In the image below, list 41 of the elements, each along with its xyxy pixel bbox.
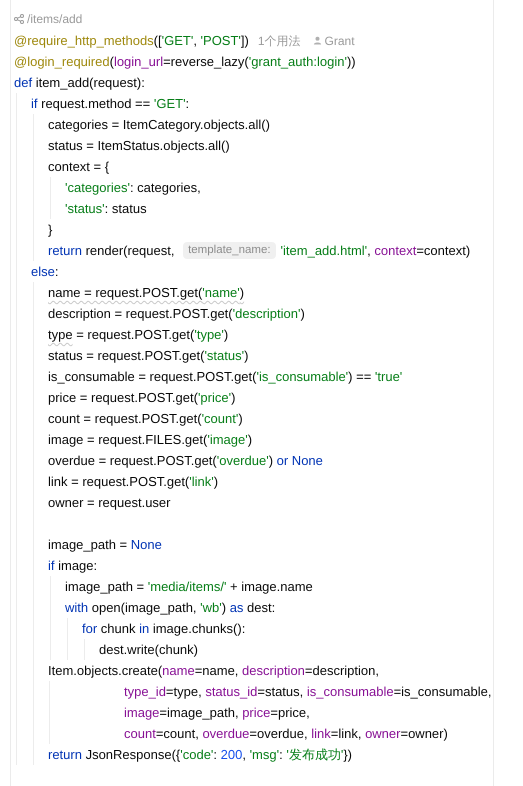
code-text: } (48, 220, 52, 239)
code-text: else: (31, 262, 58, 281)
code-text: type = request.POST.get('type') (48, 326, 228, 344)
code-text: description = request.POST.get('description') (48, 304, 305, 323)
code-text: status = ItemStatus.objects.all() (48, 136, 230, 155)
code-text: is_consumable = request.POST.get('is_consumable') == 'true' (48, 368, 402, 386)
code-text: overdue = request.POST.get('overdue') or None (48, 452, 323, 470)
code-text: image = request.FILES.get('image') (48, 430, 252, 449)
code-text: Item.objects.create(name=name, description=description, (48, 662, 379, 680)
usage-count[interactable]: 1个用法 (258, 32, 301, 50)
code-text: if image: (48, 556, 98, 575)
code-text: count=count, overdue=overdue, link=link, owner=owner) (124, 724, 448, 743)
code-text: name = request.POST.get('name') (48, 284, 244, 302)
code-text: dest.write(chunk) (99, 640, 198, 659)
code-text: with open(image_path, 'wb') as dest: (65, 598, 276, 617)
code-text: @require_http_methods(['GET', 'POST']) (14, 32, 249, 50)
code-text: context = { (48, 158, 110, 176)
code-text: image_path = 'media/items/' + image.name (65, 578, 313, 596)
person-icon (312, 36, 322, 45)
code-text: for chunk in image.chunks(): (82, 620, 246, 638)
code-text: 'item_add.html', context=context) (280, 242, 470, 260)
code-text: price = request.POST.get('price') (48, 388, 236, 407)
file-path[interactable]: /items/add (27, 10, 82, 28)
code-text: 'categories': categories, (65, 178, 201, 197)
code-text: return render(request, (48, 242, 176, 260)
code-text: owner = request.user (48, 494, 170, 512)
code-text: image_path = None (48, 536, 162, 554)
author-name[interactable]: Grant (324, 32, 355, 50)
parameter-hint: template_name: (183, 242, 276, 259)
code-text: categories = ItemCategory.objects.all() (48, 116, 270, 134)
share-icon (14, 14, 24, 24)
code-text: 'status': status (65, 200, 147, 218)
code-text: def item_add(request): (14, 74, 145, 92)
code-text: type_id=type, status_id=status, is_consumable=is_consumable, (124, 682, 492, 701)
code-text: return JsonResponse({'code': 200, 'msg': '发布成功'}) (48, 746, 352, 764)
code-text: count = request.POST.get('count') (48, 410, 243, 428)
code-text: if request.method == 'GET': (31, 94, 190, 113)
code-text: @login_required(login_url=reverse_lazy('grant_auth:login')) (14, 52, 356, 71)
code-text: image=image_path, price=price, (124, 704, 310, 722)
code-text: link = request.POST.get('link') (48, 472, 218, 491)
code-text: status = request.POST.get('status') (48, 346, 248, 365)
